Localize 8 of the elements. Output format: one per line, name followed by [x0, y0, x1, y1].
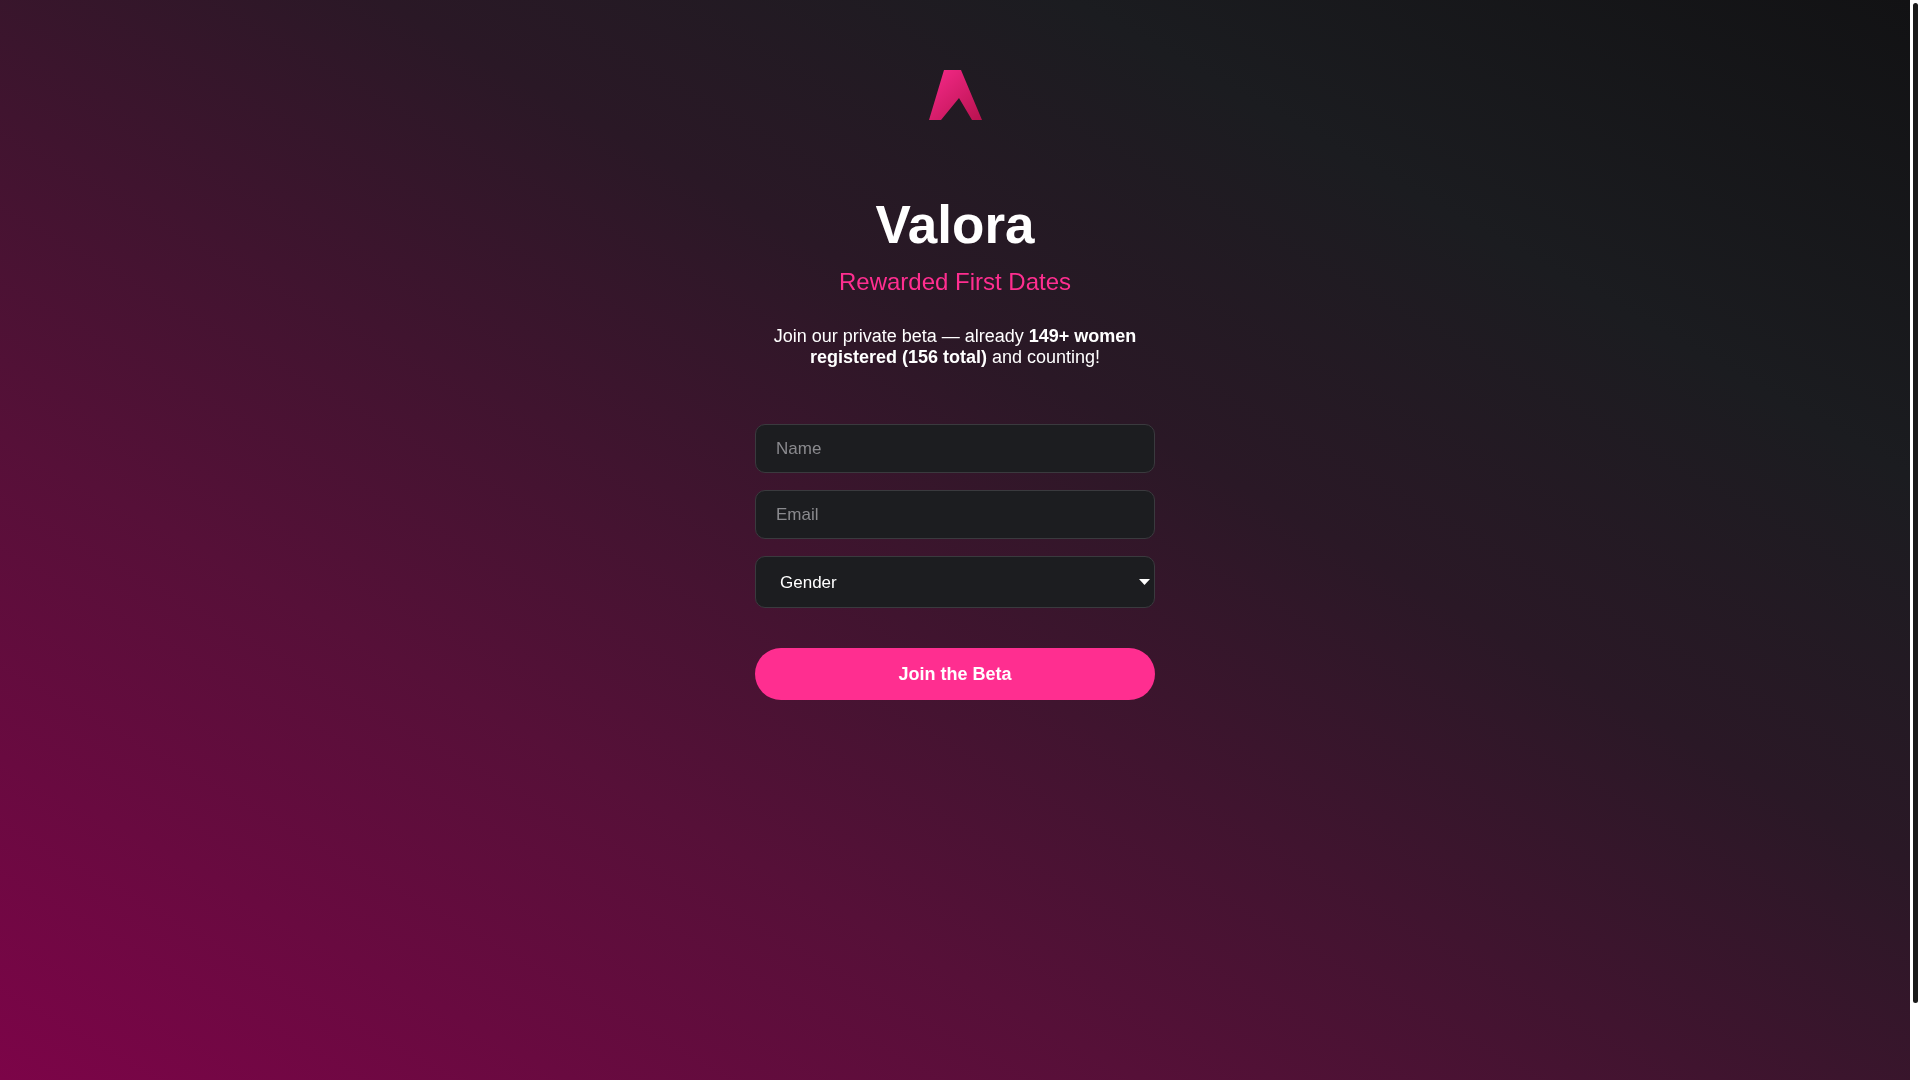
app-title: Valora	[875, 194, 1035, 256]
caret-icon	[1139, 579, 1150, 586]
tagline: Rewarded First Dates	[838, 267, 1072, 298]
logo-icon	[928, 70, 982, 120]
intro-text: Join our private beta — already 149+ women registered (156 total) and counting!	[772, 326, 1138, 369]
input-field[interactable]: Email	[755, 490, 1155, 540]
gender-select[interactable]: Gender	[755, 556, 1155, 609]
input-field[interactable]: Name	[755, 424, 1155, 474]
